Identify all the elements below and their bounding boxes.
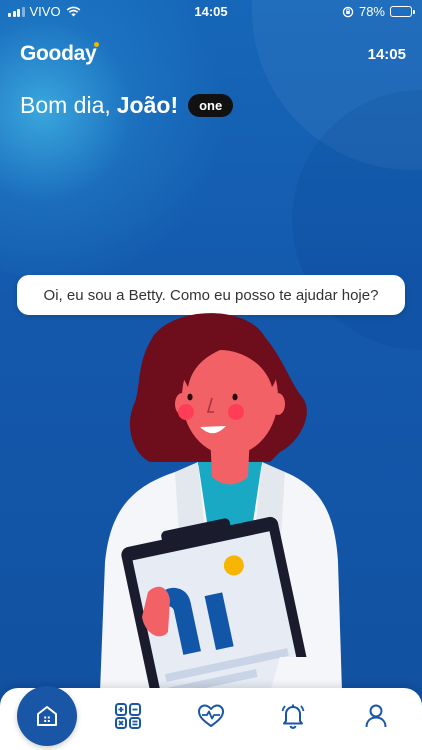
orientation-lock-icon [342,6,354,17]
status-right: 78% [342,4,415,19]
battery-icon [390,6,415,17]
nav-profile-button[interactable] [346,688,406,744]
plan-badge: one [188,94,234,117]
greeting-prefix: Bom dia, [20,92,111,118]
bell-icon [281,704,305,729]
nav-notifications-button[interactable] [263,688,323,744]
status-bar: VIVO 14:05 78% [0,0,422,22]
user-name: João! [116,92,179,118]
assistant-speech-bubble[interactable]: Oi, eu sou a Betty. Como eu posso te aju… [17,275,405,315]
greeting: Bom dia, João! one [20,92,234,119]
calculator-icon [115,703,141,729]
bottom-navigation [0,686,422,750]
nav-home-button[interactable] [17,686,77,746]
assistant-message: Oi, eu sou a Betty. Como eu posso te aju… [43,286,379,304]
user-icon [365,704,387,728]
logo-text: Gooday [20,42,97,65]
app-logo: Gooday [20,42,101,66]
battery-percentage: 78% [358,4,385,19]
heart-pulse-icon [198,704,224,727]
header-clock: 14:05 [367,46,406,63]
home-icon [37,706,57,726]
betty-doctor-illustration [100,313,342,692]
nav-health-button[interactable] [181,688,241,744]
nav-calculator-button[interactable] [98,688,158,744]
